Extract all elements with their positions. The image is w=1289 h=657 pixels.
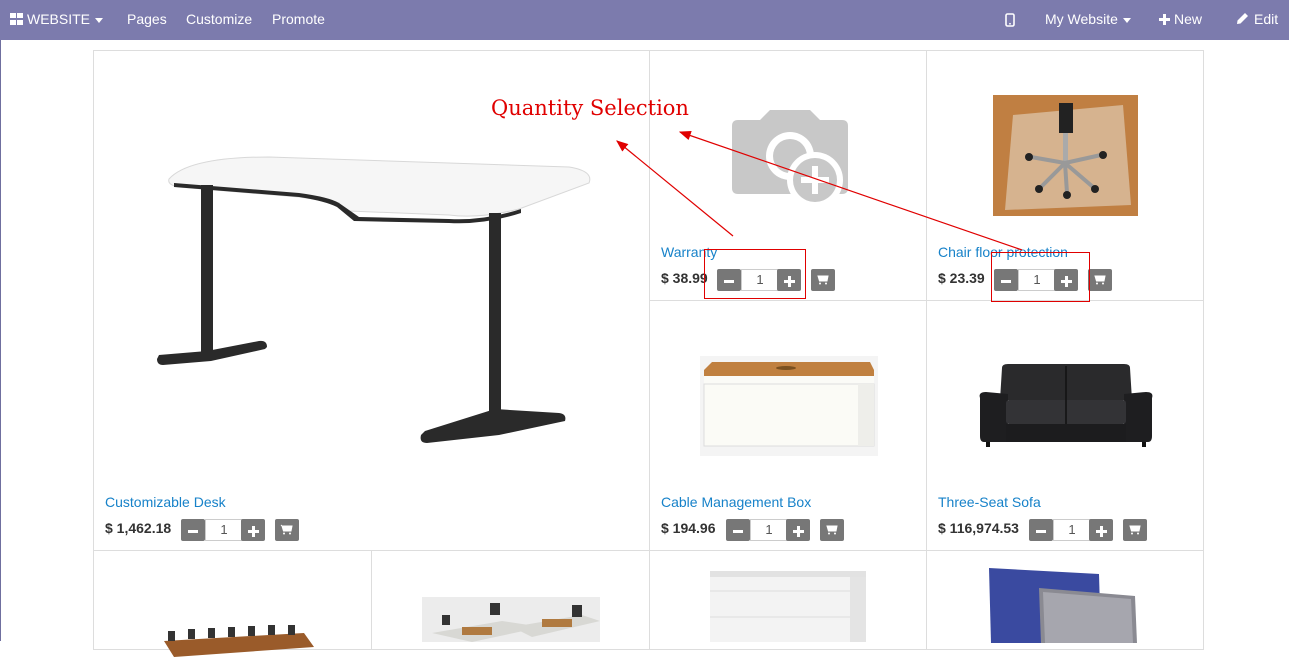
cart-icon	[826, 525, 838, 535]
customize-menu[interactable]: Customize	[186, 0, 252, 40]
caret-down-icon	[95, 17, 104, 23]
website-menu[interactable]: WEBSITE	[10, 0, 104, 40]
plus-icon	[247, 525, 259, 537]
decrease-quantity-button[interactable]	[726, 519, 750, 541]
edit-label: Edit	[1254, 11, 1279, 27]
website-top-bar: WEBSITE Pages Customize Promote My Websi…	[0, 0, 1289, 40]
product-name-link[interactable]: Cable Management Box	[661, 494, 811, 510]
increase-quantity-button[interactable]	[1089, 519, 1113, 541]
increase-quantity-button[interactable]	[786, 519, 810, 541]
camera-placeholder-icon[interactable]	[730, 108, 850, 212]
desk-image[interactable]	[149, 151, 609, 461]
product-name-link[interactable]: Three-Seat Sofa	[938, 494, 1041, 510]
product-price: $ 116,974.53	[938, 520, 1019, 536]
product-price: $ 194.96	[661, 520, 716, 536]
product-name-link[interactable]: Customizable Desk	[105, 494, 226, 510]
minus-icon	[188, 529, 198, 533]
quantity-input[interactable]: 1	[750, 519, 788, 541]
product-card-office-desks	[371, 550, 650, 650]
drawer-cabinet-image[interactable]	[706, 567, 870, 642]
product-card-customizable-desk: Customizable Desk $ 1,462.18 1	[93, 50, 650, 551]
add-to-cart-button[interactable]	[275, 519, 299, 541]
pages-menu[interactable]: Pages	[127, 0, 167, 40]
product-card-acoustic-panel	[926, 550, 1204, 650]
edit-button[interactable]: Edit	[1236, 0, 1278, 40]
new-button[interactable]: New	[1159, 0, 1202, 40]
cart-icon	[817, 275, 829, 285]
cart-icon	[1129, 525, 1141, 535]
product-card-three-seat-sofa: Three-Seat Sofa $ 116,974.53 1	[926, 300, 1204, 551]
chair-mat-image[interactable]	[993, 95, 1138, 216]
quantity-stepper: 1	[726, 519, 810, 541]
my-website-menu[interactable]: My Website	[1045, 0, 1131, 40]
cart-icon	[1094, 275, 1106, 285]
grid-icon	[10, 13, 23, 25]
quantity-stepper: 1	[1029, 519, 1113, 541]
acoustic-panel-image[interactable]	[989, 568, 1139, 643]
increase-quantity-button[interactable]	[241, 519, 265, 541]
product-price: $ 1,462.18	[105, 520, 172, 536]
product-price: $ 23.39	[938, 270, 985, 286]
annotation-highlight-box	[704, 249, 806, 299]
caret-down-icon	[1122, 17, 1131, 23]
conference-table-image[interactable]	[144, 617, 324, 657]
annotation-label: Quantity Selection	[491, 96, 689, 120]
quantity-input[interactable]: 1	[1053, 519, 1091, 541]
plus-icon	[1159, 14, 1170, 25]
pencil-icon	[1237, 13, 1248, 24]
annotation-highlight-box	[991, 252, 1090, 302]
decrease-quantity-button[interactable]	[181, 519, 205, 541]
mobile-preview-button[interactable]	[1005, 0, 1015, 40]
window-edge	[0, 40, 1, 641]
add-to-cart-button[interactable]	[1123, 519, 1147, 541]
add-to-cart-button[interactable]	[820, 519, 844, 541]
minus-icon	[733, 529, 743, 533]
new-label: New	[1174, 11, 1203, 27]
add-to-cart-button[interactable]	[811, 269, 835, 291]
mobile-icon	[1005, 13, 1015, 28]
website-menu-label: WEBSITE	[27, 11, 91, 27]
my-website-label: My Website	[1045, 11, 1118, 27]
minus-icon	[1036, 529, 1046, 533]
quantity-input[interactable]: 1	[205, 519, 243, 541]
product-price: $ 38.99	[661, 270, 708, 286]
add-to-cart-button[interactable]	[1088, 269, 1112, 291]
sofa-image[interactable]	[978, 364, 1154, 448]
plus-icon	[1095, 525, 1107, 537]
office-desks-image[interactable]	[422, 597, 600, 642]
product-card-drawer-cabinet	[649, 550, 927, 650]
quantity-stepper: 1	[181, 519, 265, 541]
plus-icon	[792, 525, 804, 537]
promote-menu[interactable]: Promote	[272, 0, 325, 40]
cart-icon	[280, 524, 293, 535]
decrease-quantity-button[interactable]	[1029, 519, 1053, 541]
cable-box-image[interactable]	[700, 356, 878, 456]
product-card-conference-table	[93, 550, 372, 657]
product-card-cable-management-box: Cable Management Box $ 194.96 1	[649, 300, 927, 551]
